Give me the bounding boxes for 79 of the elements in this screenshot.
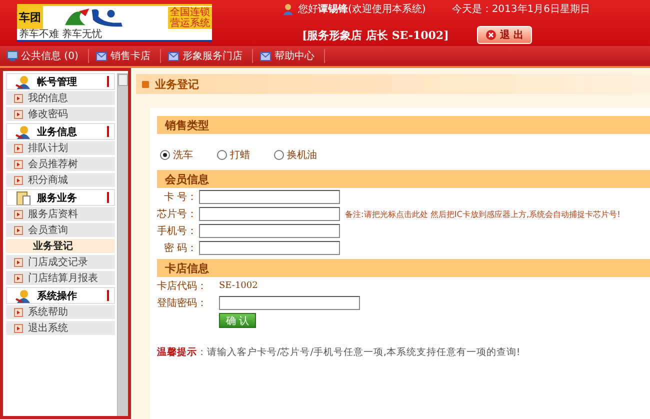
radio-button[interactable]: [217, 150, 227, 160]
menu-item[interactable]: 系统帮助: [6, 305, 116, 320]
greeting-text: 您好谭锡锋(欢迎使用本系统): [298, 2, 426, 16]
logo-slogan: 营运系统: [170, 18, 210, 28]
menu-group-header[interactable]: 服务业务: [6, 189, 116, 206]
arrow-icon: [14, 258, 23, 266]
arrow-icon: [14, 226, 23, 234]
arrow-icon: [14, 160, 23, 168]
input-field[interactable]: [219, 296, 360, 310]
user-icon: [15, 124, 31, 138]
menu-item[interactable]: 会员推荐树: [6, 157, 116, 172]
computer-icon: [7, 51, 18, 61]
menu-item[interactable]: 排队计划: [6, 141, 116, 156]
nav-link[interactable]: 帮助中心: [253, 49, 326, 63]
menu-item[interactable]: 服务店资料: [6, 207, 116, 222]
page-title: 业务登记: [155, 76, 199, 92]
radio-option[interactable]: 打蜡: [217, 148, 250, 162]
arrow-icon: [14, 274, 23, 282]
menu-item[interactable]: 退出系统: [6, 321, 116, 336]
user-icon: [282, 3, 294, 15]
menu-group-header[interactable]: 系统操作: [6, 287, 116, 304]
shop-code: SE-1002: [219, 281, 258, 291]
field-label: 卡店代码：: [157, 280, 208, 293]
group-marker: [107, 76, 110, 87]
menu-item[interactable]: 门店成交记录: [6, 255, 116, 270]
arrow-icon: [14, 110, 23, 118]
clipboard-icon: [15, 190, 31, 204]
user-icon: [15, 288, 31, 302]
section-heading: 会员信息: [157, 170, 650, 188]
menu-item[interactable]: 我的信息: [6, 91, 116, 106]
group-marker: [107, 192, 110, 203]
group-marker: [107, 290, 110, 301]
field-label: 卡 号：: [162, 190, 197, 204]
menu-item[interactable]: 积分商城: [6, 173, 116, 188]
field-label: 密 码：: [162, 242, 197, 255]
store-title: [服务形象店 店长 SE-1002]: [302, 28, 449, 42]
nav-link[interactable]: 形象服务门店: [161, 49, 254, 63]
envelope-icon: [96, 52, 108, 60]
close-icon: [486, 30, 496, 40]
arrow-icon: [14, 308, 23, 316]
field-label: 手机号：: [157, 224, 197, 238]
input-field[interactable]: [199, 190, 340, 204]
envelope-icon: [168, 52, 180, 60]
nav-link[interactable]: 公共信息 (0): [0, 49, 90, 63]
menu-item[interactable]: 业务登记: [6, 239, 116, 254]
logo-brand: 车团: [19, 10, 41, 25]
menu-group-header[interactable]: 帐号管理: [6, 73, 116, 90]
field-label: 芯片号：: [157, 208, 197, 221]
section-heading: 卡店信息: [157, 259, 650, 277]
tip-text: 温馨提示：请输入客户卡号/芯片号/手机号任意一项,本系统支持任意有一项的查询!: [157, 346, 522, 359]
menu-item[interactable]: 会员查询: [6, 223, 116, 238]
field-label: 登陆密码：: [157, 296, 208, 310]
logo-slogan: 全国连锁: [170, 6, 210, 18]
menu-item[interactable]: 门店结算月报表: [6, 271, 116, 286]
radio-option[interactable]: 换机油: [274, 148, 317, 162]
section-heading: 销售类型: [157, 116, 650, 134]
arrow-icon: [14, 144, 23, 152]
arrow-icon: [14, 210, 23, 218]
group-marker: [107, 126, 110, 137]
menu-item[interactable]: 修改密码: [6, 107, 116, 122]
bullet-icon: [142, 80, 149, 88]
arrow-icon: [14, 324, 23, 332]
logout-button[interactable]: 退 出: [476, 26, 532, 44]
arrow-icon: [14, 176, 23, 184]
radio-button[interactable]: [274, 150, 284, 160]
input-field[interactable]: [199, 241, 340, 255]
input-field[interactable]: [199, 207, 340, 221]
note-text: 备注:请把光标点击此处 然后把IC卡放到感应器上方,系统会自动捕捉卡芯片号!: [345, 208, 620, 220]
date-text: 今天是：2013年1月6日星期日: [452, 2, 590, 16]
arrow-icon: [14, 94, 23, 102]
radio-button[interactable]: [160, 150, 170, 160]
input-field[interactable]: [199, 224, 340, 238]
menu-group-header[interactable]: 业务信息: [6, 123, 116, 140]
envelope-icon: [260, 52, 272, 60]
logo-tagline: 养车不难 养车无忧: [18, 29, 104, 40]
radio-option[interactable]: 洗车: [160, 148, 193, 162]
nav-link[interactable]: 销售卡店: [89, 49, 162, 63]
user-icon: [15, 74, 31, 88]
scrollbar[interactable]: [117, 73, 128, 416]
